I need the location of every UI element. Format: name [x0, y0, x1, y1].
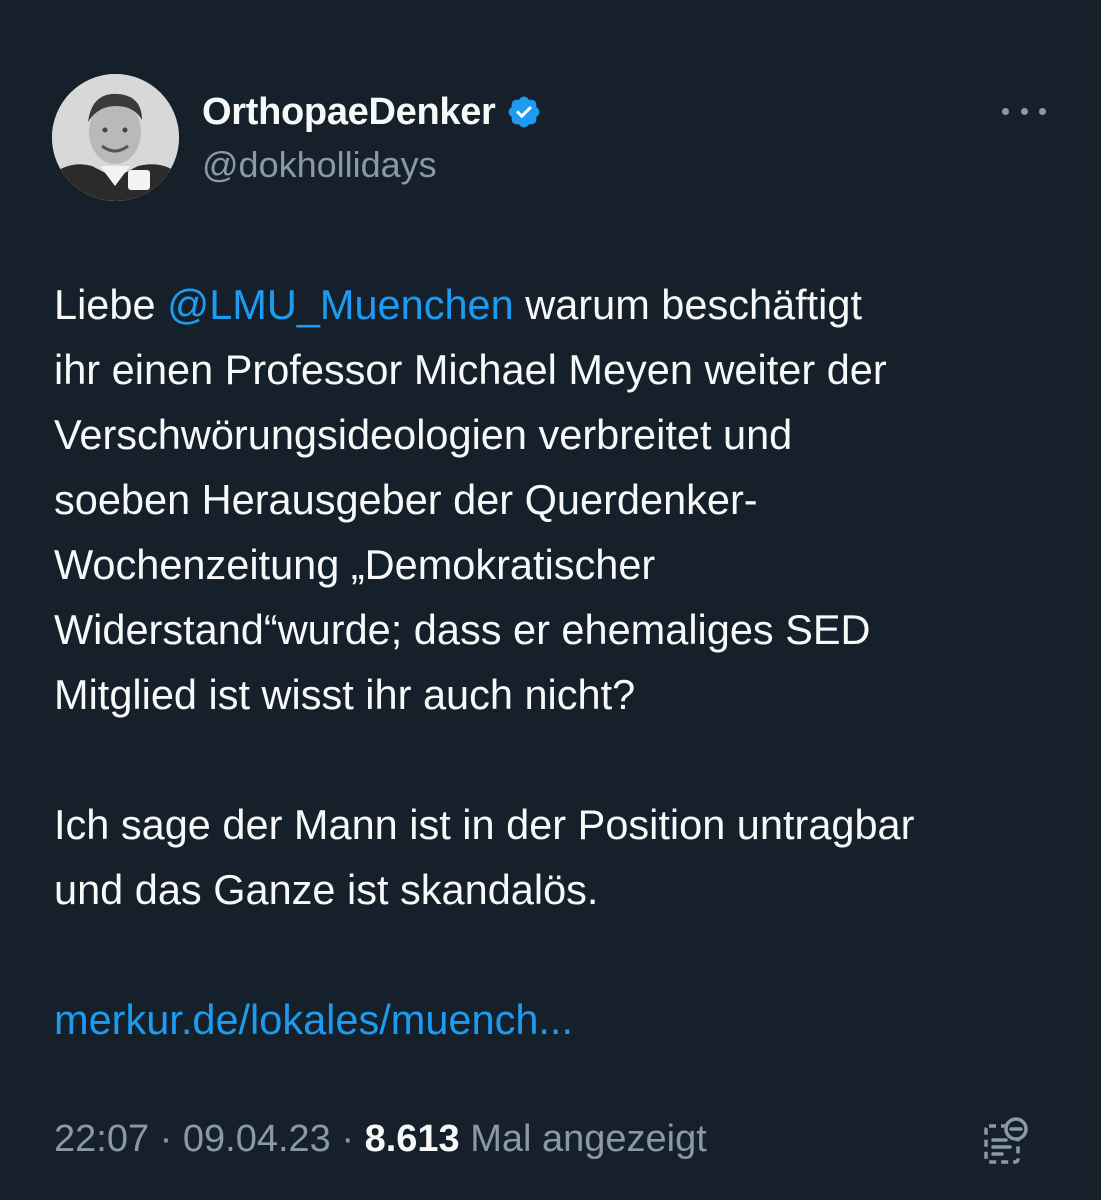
user-handle[interactable]: @dokhollidays — [202, 144, 437, 186]
tweet-line: Liebe @LMU_Muenchen warum beschäftigt — [54, 281, 863, 328]
tweet-line: Mitglied ist wisst ihr auch nicht? — [54, 671, 636, 718]
tweet-date[interactable]: 09.04.23 — [183, 1118, 331, 1160]
separator: · — [149, 1118, 183, 1160]
article-link[interactable]: merkur.de/lokales/muench... — [54, 996, 573, 1043]
tweet-line: und das Ganze ist skandalös. — [54, 866, 599, 913]
tweet-header: OrthopaeDenker @dokhollidays — [52, 72, 1052, 202]
chevron-down-icon[interactable] — [52, 0, 72, 8]
display-name[interactable]: OrthopaeDenker — [202, 91, 496, 134]
avatar[interactable] — [52, 74, 179, 201]
tweet-line: soeben Herausgeber der Querdenker- — [54, 476, 758, 523]
mention-link[interactable]: @LMU_Muenchen — [167, 281, 514, 328]
separator: · — [330, 1118, 365, 1160]
verified-badge-icon — [508, 96, 539, 128]
views-count: 8.613 — [364, 1118, 460, 1160]
views-label: Mal angezeigt — [459, 1118, 707, 1160]
tweet-line: ihr einen Professor Michael Meyen weiter… — [54, 346, 887, 393]
tweet-line: Verschwörungsideologien verbreitet und — [54, 411, 793, 458]
tweet-line: Ich sage der Mann ist in der Position un… — [54, 801, 915, 848]
tweet-meta: 22:07 · 09.04.23 · 8.613 Mal angezeigt — [54, 1118, 707, 1161]
tweet-text: Liebe @LMU_Muenchen warum beschäftigt ih… — [54, 272, 1064, 1052]
tweet-line: Wochenzeitung „Demokratischer — [54, 541, 656, 588]
tweet-line: Widerstand“wurde; dass er ehemaliges SED — [54, 606, 871, 653]
name-row: OrthopaeDenker — [202, 90, 542, 134]
more-options-icon[interactable] — [1002, 96, 1046, 126]
tweet-time[interactable]: 22:07 — [54, 1118, 149, 1160]
analytics-icon[interactable] — [982, 1116, 1030, 1166]
